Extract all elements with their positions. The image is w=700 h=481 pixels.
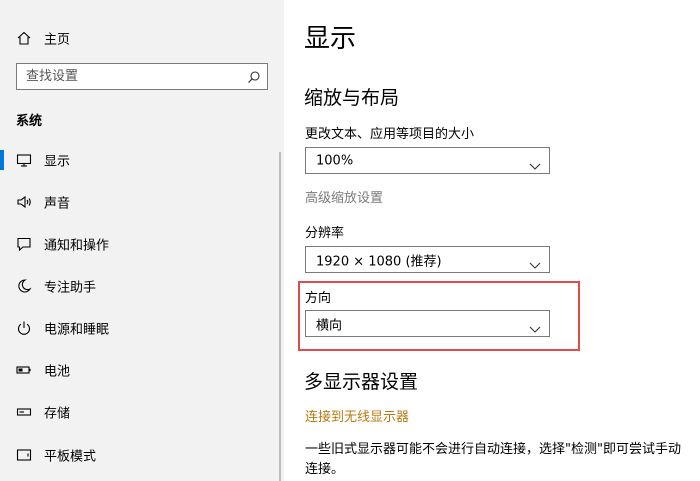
orientation-label: 方向 [305,291,332,306]
nav-home[interactable]: 主页 [0,18,284,58]
sidebar-item-label: 声音 [44,196,71,212]
sidebar-item-power-sleep[interactable]: 电源和睡眠 [0,308,284,348]
sidebar-item-display[interactable]: 显示 [0,140,284,180]
storage-icon [16,404,32,420]
wireless-display-link[interactable]: 连接到无线显示器 [305,406,409,425]
scale-value: 100% [316,153,354,168]
monitor-icon [16,152,32,168]
sidebar-item-label: 电池 [44,364,71,380]
sidebar-item-focus-assist[interactable]: 专注助手 [0,266,284,306]
multi-display-description: 一些旧式显示器可能不会进行自动连接，选择"检测"即可尝试手动连接。 [305,442,681,477]
sidebar-item-label: 电源和睡眠 [44,322,110,338]
sidebar: 主页 系统 显示 声音 通知和操作 专注助手 电 [0,0,284,481]
sidebar-item-notifications[interactable]: 通知和操作 [0,224,284,264]
power-icon [16,320,32,336]
search-input[interactable] [17,64,246,89]
multi-display-heading: 多显示器设置 [304,371,419,393]
chevron-down-icon [529,319,541,333]
home-icon [16,30,32,46]
advanced-scaling-link[interactable]: 高级缩放设置 [305,187,383,206]
sidebar-item-battery[interactable]: 电池 [0,350,284,390]
sidebar-item-label: 平板模式 [44,449,97,465]
sidebar-item-label: 显示 [44,154,71,170]
resolution-value: 1920 × 1080 (推荐) [316,254,442,269]
section-title: 系统 [16,114,43,129]
sidebar-item-label: 存储 [44,406,71,422]
tablet-icon [16,447,32,463]
search-icon[interactable] [247,69,261,83]
orientation-value: 横向 [316,318,343,333]
battery-icon [16,362,32,378]
sidebar-item-label: 专注助手 [44,280,97,296]
speaker-icon [16,194,32,210]
chevron-down-icon [529,255,541,269]
orientation-dropdown[interactable]: 横向 [305,310,550,337]
sidebar-scrollbar[interactable] [279,152,281,481]
resolution-label: 分辨率 [305,226,345,241]
page-title: 显示 [304,24,357,54]
main-content: 显示 缩放与布局 更改文本、应用等项目的大小 100% 高级缩放设置 分辨率 1… [284,0,700,481]
sidebar-item-sound[interactable]: 声音 [0,182,284,222]
scale-dropdown[interactable]: 100% [305,147,550,174]
resolution-dropdown[interactable]: 1920 × 1080 (推荐) [305,246,550,273]
sidebar-item-storage[interactable]: 存储 [0,392,284,432]
scale-section-heading: 缩放与布局 [304,87,400,109]
moon-icon [16,278,32,294]
sidebar-item-tablet-mode[interactable]: 平板模式 [0,435,284,475]
nav-home-label: 主页 [44,32,71,48]
sidebar-item-label: 通知和操作 [44,238,110,254]
scale-label: 更改文本、应用等项目的大小 [305,127,475,142]
chevron-down-icon [529,156,541,170]
search-box[interactable] [16,63,268,90]
notification-icon [16,236,32,252]
